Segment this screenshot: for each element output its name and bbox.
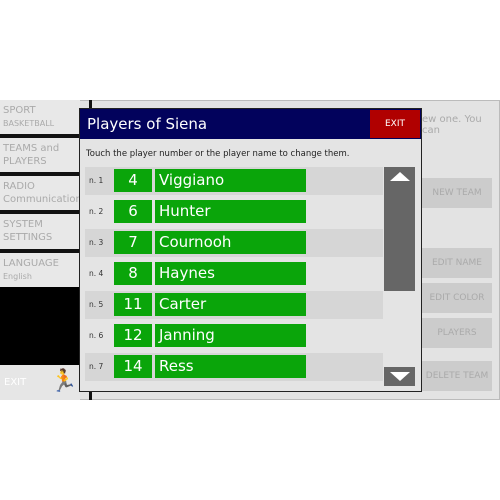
arrow-up-icon <box>390 172 410 181</box>
label: SYSTEM <box>3 219 43 230</box>
sublabel: PLAYERS <box>3 156 47 167</box>
player-row: n. 7 14 Ress <box>85 353 383 381</box>
scroll-up-button[interactable] <box>384 167 415 291</box>
sublabel: SETTINGS <box>3 232 53 243</box>
sidebar-item-language[interactable]: LANGUAGE English <box>0 253 80 287</box>
label: TEAMS and <box>3 143 60 154</box>
background-text: ew one. You can <box>422 114 482 136</box>
slot-label: n. 6 <box>89 331 104 340</box>
player-number-button[interactable]: 12 <box>114 324 152 347</box>
sublabel: Communication <box>3 194 82 205</box>
sublabel: English <box>3 272 32 281</box>
sidebar-item-radio[interactable]: RADIO Communication <box>0 176 82 210</box>
player-number-button[interactable]: 4 <box>114 169 152 192</box>
player-name-button[interactable]: Carter <box>155 293 306 316</box>
sidebar-item-teams[interactable]: TEAMS and PLAYERS <box>0 138 80 172</box>
scrollbar[interactable] <box>384 167 415 386</box>
player-name-button[interactable]: Viggiano <box>155 169 306 192</box>
slot-label: n. 4 <box>89 269 104 278</box>
players-button[interactable]: PLAYERS <box>422 318 492 348</box>
players-dialog: Players of Siena EXIT Touch the player n… <box>79 108 422 392</box>
arrow-down-icon <box>390 372 410 381</box>
player-row: n. 3 7 Cournooh <box>85 229 383 257</box>
edit-name-button[interactable]: EDIT NAME <box>422 248 492 278</box>
player-name-button[interactable]: Ress <box>155 355 306 378</box>
player-name-button[interactable]: Cournooh <box>155 231 306 254</box>
player-row: n. 5 11 Carter <box>85 291 383 319</box>
player-row: n. 6 12 Janning <box>85 322 383 350</box>
delete-team-button[interactable]: DELETE TEAM <box>422 361 492 391</box>
new-team-button[interactable]: NEW TEAM <box>422 178 492 208</box>
slot-label: n. 7 <box>89 362 104 371</box>
edit-color-button[interactable]: EDIT COLOR <box>422 283 492 313</box>
player-row: n. 2 6 Hunter <box>85 198 383 226</box>
slot-label: n. 3 <box>89 238 104 247</box>
label: RADIO <box>3 181 35 192</box>
scroll-down-button[interactable] <box>384 367 415 386</box>
exit-label: EXIT <box>4 377 27 388</box>
running-man-exit-icon: 🏃 <box>50 369 78 394</box>
player-name-button[interactable]: Haynes <box>155 262 306 285</box>
slot-label: n. 5 <box>89 300 104 309</box>
player-row: n. 4 8 Haynes <box>85 260 383 288</box>
sidebar-blank <box>0 287 80 365</box>
player-name-button[interactable]: Hunter <box>155 200 306 223</box>
sidebar-item-sport[interactable]: SPORT BASKETBALL <box>0 100 80 134</box>
sublabel: BASKETBALL <box>3 119 55 128</box>
instruction-text: Touch the player number or the player na… <box>86 149 350 159</box>
player-name-button[interactable]: Janning <box>155 324 306 347</box>
player-number-button[interactable]: 8 <box>114 262 152 285</box>
label: LANGUAGE <box>3 258 59 269</box>
player-number-button[interactable]: 7 <box>114 231 152 254</box>
dialog-exit-button[interactable]: EXIT <box>370 110 420 138</box>
sidebar-item-system[interactable]: SYSTEM SETTINGS <box>0 214 80 249</box>
player-row: n. 1 4 Viggiano <box>85 167 383 195</box>
slot-label: n. 2 <box>89 207 104 216</box>
slot-label: n. 1 <box>89 176 104 185</box>
player-number-button[interactable]: 14 <box>114 355 152 378</box>
label: SPORT <box>3 105 36 116</box>
player-number-button[interactable]: 6 <box>114 200 152 223</box>
player-number-button[interactable]: 11 <box>114 293 152 316</box>
